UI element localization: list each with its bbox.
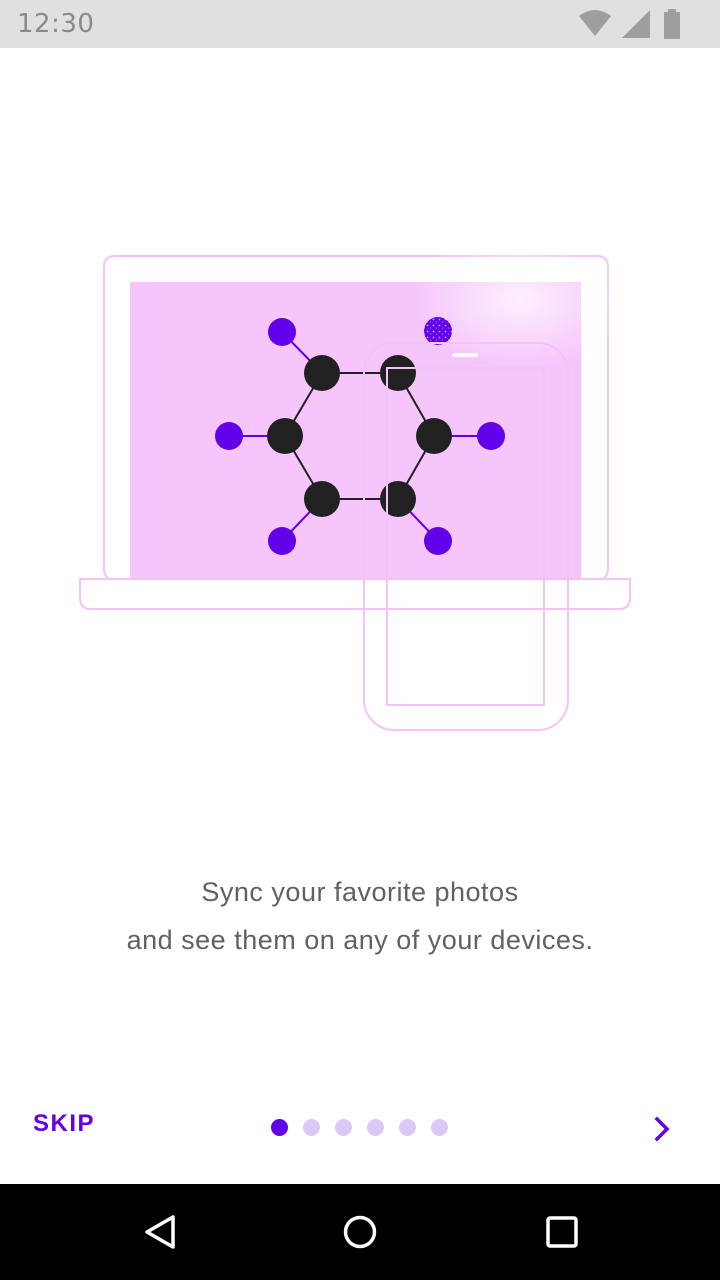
status-icons <box>578 8 708 40</box>
back-button[interactable] <box>132 1204 188 1260</box>
skip-button[interactable]: SKIP <box>33 1110 95 1138</box>
onboarding-screen: 12:30 Sync your favorite photos and see … <box>0 0 720 1280</box>
page-dot-3[interactable] <box>335 1119 352 1136</box>
status-bar: 12:30 <box>0 0 720 48</box>
message-line-1: Sync your favorite photos <box>201 877 519 907</box>
back-icon <box>145 1215 175 1249</box>
page-dot-6[interactable] <box>431 1119 448 1136</box>
laptop-graphic <box>79 240 631 610</box>
page-dot-4[interactable] <box>367 1119 384 1136</box>
page-dot-5[interactable] <box>399 1119 416 1136</box>
devices-illustration <box>79 240 631 731</box>
navigation-bar <box>0 1184 720 1280</box>
cellular-signal-icon <box>622 10 650 38</box>
status-time: 12:30 <box>17 9 95 39</box>
home-icon <box>343 1215 377 1249</box>
recents-button[interactable] <box>534 1204 590 1260</box>
next-button[interactable] <box>646 1112 680 1146</box>
chevron-right-icon <box>654 1116 670 1142</box>
page-dot-2[interactable] <box>303 1119 320 1136</box>
wifi-icon <box>579 10 611 36</box>
battery-icon <box>664 9 680 39</box>
recents-icon <box>546 1216 578 1248</box>
page-indicator <box>271 1119 451 1137</box>
home-button[interactable] <box>332 1204 388 1260</box>
onboarding-message: Sync your favorite photos and see them o… <box>0 868 720 964</box>
page-dot-1[interactable] <box>271 1119 288 1136</box>
message-line-2: and see them on any of your devices. <box>126 925 594 955</box>
